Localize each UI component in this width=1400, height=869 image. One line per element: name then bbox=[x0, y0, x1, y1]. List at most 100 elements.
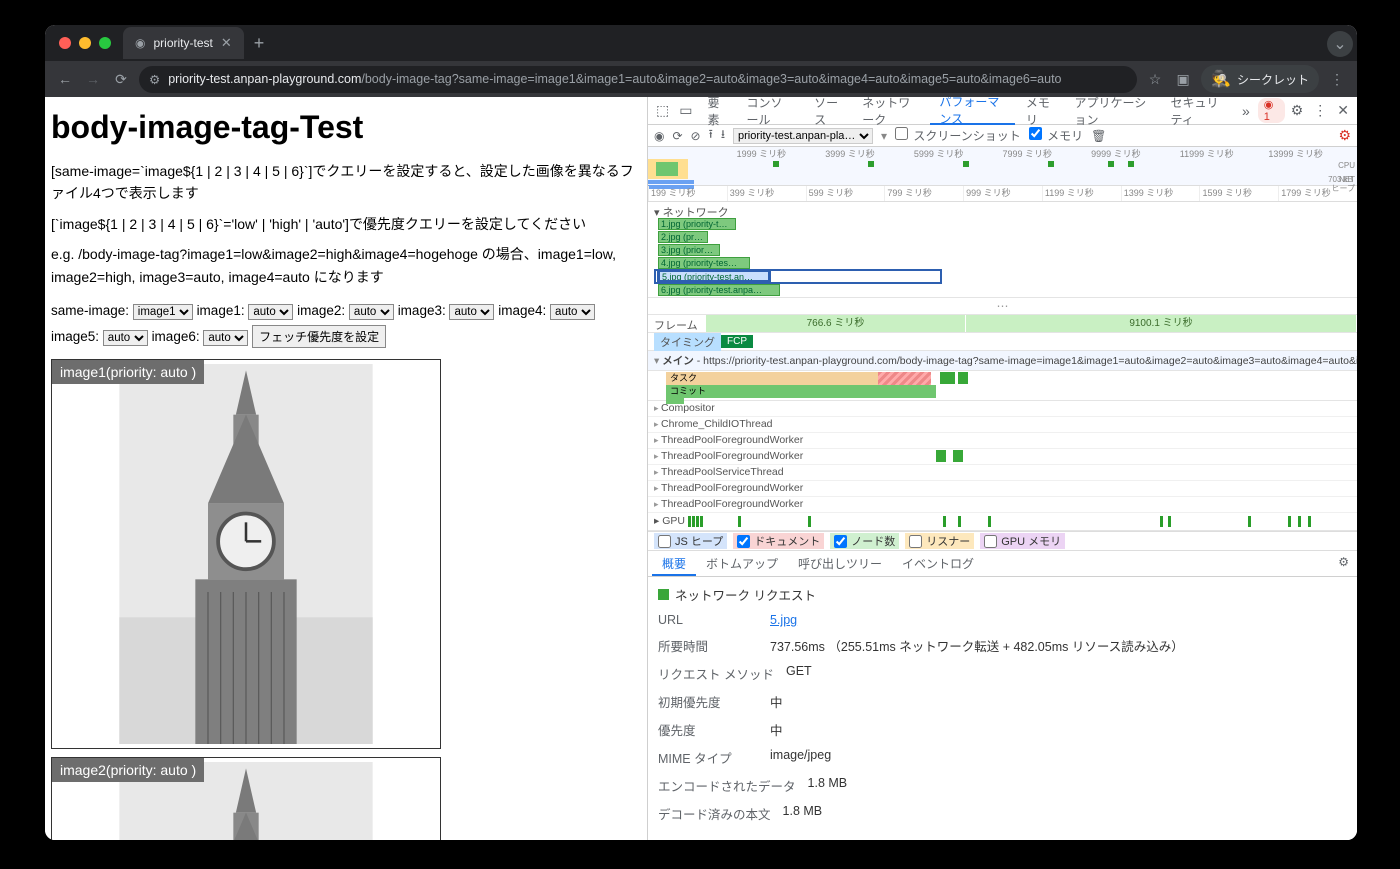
incognito-indicator[interactable]: 🕵 シークレット bbox=[1201, 65, 1319, 93]
net-bar-5[interactable]: 5.jpg (priority-test.an… bbox=[658, 270, 770, 282]
detail-settings-icon[interactable]: ⚙ bbox=[1330, 551, 1357, 576]
submit-button[interactable]: フェッチ優先度を設定 bbox=[252, 325, 386, 348]
forward-button[interactable]: → bbox=[83, 71, 103, 87]
thread-compositor[interactable]: Compositor bbox=[648, 401, 1357, 417]
tab-network[interactable]: ネットワーク bbox=[853, 97, 928, 125]
thread-childio[interactable]: Chrome_ChildIOThread bbox=[648, 417, 1357, 433]
task-chunk[interactable] bbox=[940, 372, 955, 384]
chip-gpu-memory[interactable]: GPU メモリ bbox=[980, 533, 1065, 549]
tab-bottomup[interactable]: ボトムアップ bbox=[696, 551, 788, 576]
domain-select[interactable]: priority-test.anpan-pla… bbox=[733, 128, 873, 144]
record-icon[interactable]: ◉ bbox=[654, 129, 664, 143]
net-bar-4[interactable]: 4.jpg (priority-tes… bbox=[658, 257, 750, 269]
image2-caption: image2(priority: auto ) bbox=[52, 758, 204, 782]
image4-select[interactable]: auto bbox=[550, 304, 595, 320]
trash-icon[interactable]: 🗑 bbox=[1091, 129, 1106, 143]
net-bar-2[interactable]: 2.jpg (pr… bbox=[658, 231, 708, 243]
tab-security[interactable]: セキュリティ bbox=[1161, 97, 1236, 125]
fcp-marker[interactable]: FCP bbox=[721, 335, 753, 348]
image1-select[interactable]: auto bbox=[248, 304, 293, 320]
overview-timeline[interactable]: 1999 ミリ秒 3999 ミリ秒5999 ミリ秒 7999 ミリ秒9999 ミ… bbox=[648, 147, 1357, 186]
thread-tpst[interactable]: ThreadPoolServiceThread bbox=[648, 465, 1357, 481]
task-long-stripe bbox=[878, 372, 931, 385]
site-settings-icon[interactable]: ⚙ bbox=[149, 72, 160, 87]
net-bar-1[interactable]: 1.jpg (priority-t… bbox=[658, 218, 736, 230]
more-icon[interactable]: ⋮ bbox=[1309, 102, 1331, 119]
chip-js-heap[interactable]: JS ヒープ bbox=[654, 533, 727, 549]
panel-icon[interactable]: ▣ bbox=[1173, 71, 1193, 88]
error-badge[interactable]: ◉ 1 bbox=[1258, 98, 1285, 123]
chrome-menu-button[interactable]: ⋮ bbox=[1327, 71, 1347, 88]
thread-tpfw-4[interactable]: ThreadPoolForegroundWorker bbox=[648, 497, 1357, 513]
thread-tpfw-2[interactable]: ThreadPoolForegroundWorker bbox=[648, 449, 1357, 465]
timing-track: タイミング FCP bbox=[648, 333, 1357, 351]
tab-application[interactable]: アプリケーション bbox=[1065, 97, 1159, 125]
tab-calltree[interactable]: 呼び出しツリー bbox=[788, 551, 892, 576]
main-thread-header[interactable]: ▾メイン - https://priority-test.anpan-playg… bbox=[648, 351, 1357, 371]
heap-legend: JS ヒープ ドキュメント ノード数 リスナー GPU メモリ bbox=[648, 531, 1357, 551]
image6-select[interactable]: auto bbox=[203, 330, 248, 346]
address-bar[interactable]: ⚙ priority-test.anpan-playground.com/bod… bbox=[139, 66, 1137, 93]
v-init-prio: 中 bbox=[770, 692, 783, 711]
back-button[interactable]: ← bbox=[55, 71, 75, 87]
perf-toolbar: ◉ ⟳ ⊘ ⭱ ⭳ priority-test.anpan-pla… ▾ スクリ… bbox=[648, 125, 1357, 147]
thread-tpfw-3[interactable]: ThreadPoolForegroundWorker bbox=[648, 481, 1357, 497]
memory-checkbox[interactable]: メモリ bbox=[1029, 127, 1083, 144]
gpu-track[interactable]: ▸ GPU bbox=[648, 513, 1357, 531]
reload-button[interactable]: ⟳ bbox=[111, 71, 131, 88]
network-track-label[interactable]: ▾ ネットワーク bbox=[648, 202, 1357, 222]
image2-select[interactable]: auto bbox=[349, 304, 394, 320]
task-chunk2[interactable] bbox=[958, 372, 968, 384]
chip-documents[interactable]: ドキュメント bbox=[733, 533, 824, 549]
frame-segment-2[interactable]: 9100.1 ミリ秒 bbox=[966, 315, 1357, 332]
frame-segment-1[interactable]: 766.6 ミリ秒 bbox=[706, 315, 966, 332]
browser-window: ◉ priority-test ✕ + ⌄ ← → ⟳ ⚙ priority-t… bbox=[45, 25, 1357, 840]
chip-listeners[interactable]: リスナー bbox=[905, 533, 974, 549]
v-url[interactable]: 5.jpg bbox=[770, 613, 797, 627]
tab-summary[interactable]: 概要 bbox=[652, 551, 696, 576]
close-tab-icon[interactable]: ✕ bbox=[221, 35, 232, 51]
same-image-select[interactable]: image1 bbox=[133, 304, 193, 320]
device-toggle-icon[interactable]: ▭ bbox=[675, 102, 696, 119]
settings-icon[interactable]: ⚙ bbox=[1287, 102, 1308, 119]
close-devtools-icon[interactable]: ✕ bbox=[1333, 102, 1353, 119]
overview-cpu-chunk bbox=[648, 159, 688, 179]
chip-nodes[interactable]: ノード数 bbox=[830, 533, 899, 549]
commit-bar[interactable]: コミット bbox=[666, 385, 936, 398]
maximize-window-button[interactable] bbox=[99, 37, 111, 49]
tab-elements[interactable]: 要素 bbox=[698, 97, 735, 125]
image3-select[interactable]: auto bbox=[449, 304, 494, 320]
inspect-icon[interactable]: ⬚ bbox=[652, 102, 673, 119]
close-window-button[interactable] bbox=[59, 37, 71, 49]
tab-eventlog[interactable]: イベントログ bbox=[892, 551, 984, 576]
tab-performance[interactable]: パフォーマンス bbox=[930, 97, 1014, 125]
net-bar-6[interactable]: 6.jpg (priority-test.anpa… bbox=[658, 284, 780, 296]
screenshot-checkbox[interactable]: スクリーンショット bbox=[895, 127, 1021, 144]
net-bar-3[interactable]: 3.jpg (prior… bbox=[658, 244, 720, 256]
tab-memory[interactable]: メモリ bbox=[1017, 97, 1064, 125]
thread-tpfw-1[interactable]: ThreadPoolForegroundWorker bbox=[648, 433, 1357, 449]
new-tab-button[interactable]: + bbox=[254, 33, 265, 54]
image5-select[interactable]: auto bbox=[103, 330, 148, 346]
load-icon[interactable]: ⭱ bbox=[709, 125, 713, 146]
tab-sources[interactable]: ソース bbox=[805, 97, 851, 125]
clear-icon[interactable]: ⊘ bbox=[691, 129, 701, 143]
k-prio: 優先度 bbox=[658, 720, 758, 739]
chevron-down-icon[interactable]: ⌄ bbox=[1327, 31, 1353, 57]
v-prio: 中 bbox=[770, 720, 783, 739]
overflow-icon[interactable]: » bbox=[1238, 103, 1254, 119]
minimize-window-button[interactable] bbox=[79, 37, 91, 49]
bookmark-star-icon[interactable]: ☆ bbox=[1145, 71, 1165, 88]
tab-console[interactable]: コンソール bbox=[738, 97, 804, 125]
k-init-prio: 初期優先度 bbox=[658, 692, 758, 711]
browser-tab[interactable]: ◉ priority-test ✕ bbox=[123, 27, 244, 59]
devtools-tab-bar: ⬚ ▭ 要素 コンソール ソース ネットワーク パフォーマンス メモリ アプリケ… bbox=[648, 97, 1357, 125]
reload-record-icon[interactable]: ⟳ bbox=[672, 129, 682, 143]
capture-settings-icon[interactable]: ⚙ bbox=[1338, 127, 1351, 144]
flamechart[interactable]: 199 ミリ秒399 ミリ秒 599 ミリ秒799 ミリ秒 999 ミリ秒119… bbox=[648, 186, 1357, 531]
detail-color-swatch bbox=[658, 589, 669, 600]
detail-tabs: 概要 ボトムアップ 呼び出しツリー イベントログ ⚙ bbox=[648, 551, 1357, 577]
save-icon[interactable]: ⭳ bbox=[721, 125, 725, 146]
collapsed-rows[interactable]: ⋯ bbox=[648, 298, 1357, 315]
k-encoded: エンコードされたデータ bbox=[658, 776, 796, 795]
